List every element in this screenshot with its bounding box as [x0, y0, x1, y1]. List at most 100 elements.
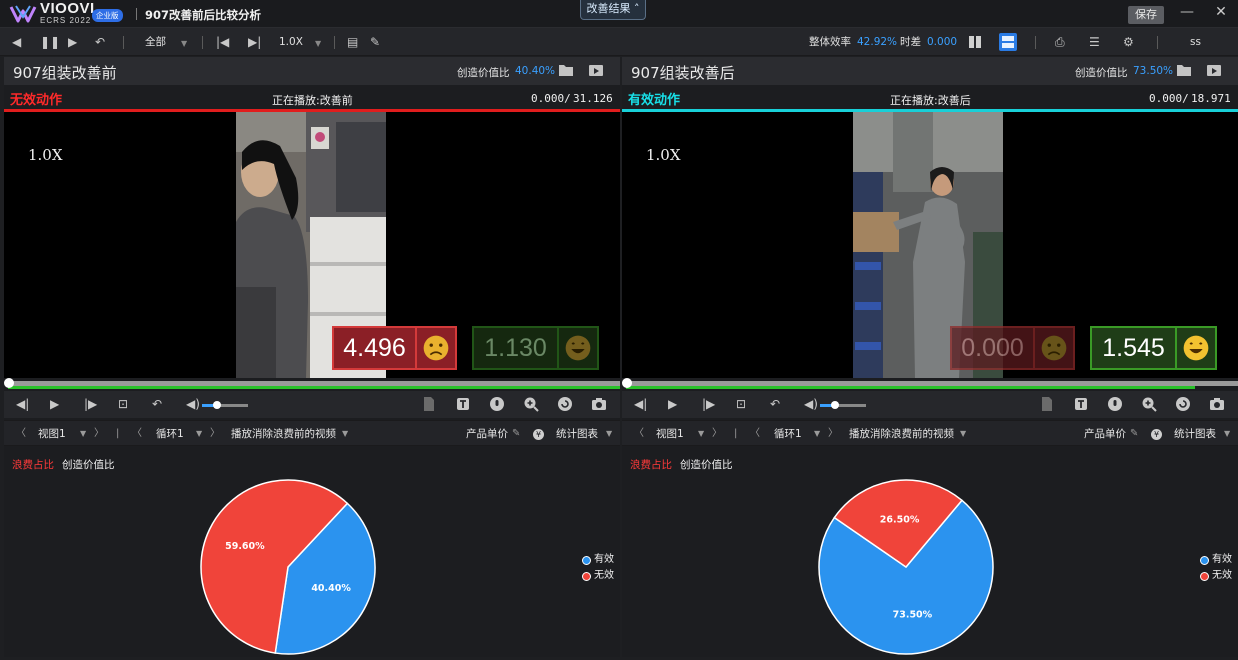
pause-icon[interactable]: ❚❚: [40, 34, 60, 50]
next-frame-icon[interactable]: |▶: [702, 397, 715, 411]
chevron-right-icon[interactable]: 〉: [94, 427, 104, 441]
video-export-icon[interactable]: [588, 63, 604, 77]
cycle-select[interactable]: 循环1: [156, 427, 184, 441]
chevron-left-icon[interactable]: 〈: [634, 427, 644, 441]
mic-icon[interactable]: [1107, 396, 1123, 412]
view-select[interactable]: 视图1: [656, 427, 684, 441]
prev-frame-icon[interactable]: ◀|: [16, 397, 29, 411]
chevron-right-icon[interactable]: 〉: [828, 427, 838, 441]
undo-icon[interactable]: ↶: [770, 397, 780, 411]
edit-icon[interactable]: ✎: [1130, 427, 1138, 441]
menu-icon[interactable]: ☰: [1089, 34, 1100, 50]
skip-end-icon[interactable]: ▶|: [248, 34, 261, 50]
play-icon[interactable]: ▶: [668, 397, 677, 411]
text-icon[interactable]: [455, 396, 471, 412]
chevron-down-icon[interactable]: ▼: [80, 427, 86, 441]
minimize-icon[interactable]: —: [1180, 4, 1194, 22]
cycle-select[interactable]: 循环1: [774, 427, 802, 441]
legend-item[interactable]: 有效: [582, 552, 614, 568]
edit-icon[interactable]: ✎: [512, 427, 520, 441]
chevron-left-icon[interactable]: 〈: [750, 427, 760, 441]
rotate-icon[interactable]: [1175, 396, 1191, 412]
text-icon[interactable]: [1073, 396, 1089, 412]
stats-chart-select[interactable]: 统计图表: [1174, 427, 1216, 441]
play-mode-select[interactable]: 播放消除浪费前的视频: [231, 427, 336, 441]
pen-icon[interactable]: ✎: [370, 34, 380, 50]
step-back-icon[interactable]: ◀: [12, 34, 21, 50]
speed-select[interactable]: 1.0X: [279, 35, 303, 49]
save-button[interactable]: 保存: [1128, 6, 1164, 24]
result-tab-toggle[interactable]: 改善结果 ˄: [580, 0, 646, 20]
print-icon[interactable]: ⎙: [1055, 34, 1065, 50]
timeline[interactable]: [622, 378, 1238, 390]
stats-chart-select[interactable]: 统计图表: [556, 427, 598, 441]
camera-icon[interactable]: [1209, 396, 1225, 412]
timeline[interactable]: [4, 378, 620, 390]
volume-slider[interactable]: [820, 401, 866, 409]
undo-icon[interactable]: ↶: [152, 397, 162, 411]
loop-segment-icon[interactable]: ⊡: [736, 397, 746, 411]
chevron-left-icon[interactable]: 〈: [16, 427, 26, 441]
volume-knob[interactable]: [831, 401, 839, 409]
chevron-down-icon[interactable]: ▼: [315, 37, 321, 51]
undo-icon[interactable]: ↶: [95, 34, 105, 50]
legend-item[interactable]: 无效: [582, 568, 614, 584]
chevron-down-icon[interactable]: ▼: [960, 427, 966, 441]
video-export-icon[interactable]: [1206, 63, 1222, 77]
chevron-down-icon[interactable]: ▼: [181, 37, 187, 51]
skip-start-icon[interactable]: |◀: [216, 34, 229, 50]
chart-legend: 有效 无效: [582, 552, 614, 584]
currency-icon[interactable]: ¥: [1151, 429, 1162, 440]
chevron-up-icon: ˄: [630, 2, 640, 15]
view-controls: 〈 视图1 ▼ 〉 | 〈 循环1 ▼ 〉 播放消除浪费前的视频 ▼ 产品单价 …: [4, 420, 620, 446]
prev-frame-icon[interactable]: ◀|: [634, 397, 647, 411]
chevron-left-icon[interactable]: 〈: [132, 427, 142, 441]
folder-icon[interactable]: [558, 63, 574, 77]
video-player[interactable]: 1.0X 0.000 1.545: [622, 112, 1238, 378]
camera-icon[interactable]: [591, 396, 607, 412]
chevron-down-icon[interactable]: ▼: [342, 427, 348, 441]
chevron-down-icon[interactable]: ▼: [814, 427, 820, 441]
legend-item[interactable]: 有效: [1200, 552, 1232, 568]
rotate-icon[interactable]: [557, 396, 573, 412]
chevron-down-icon[interactable]: ▼: [1224, 427, 1230, 441]
toolbar-divider: [334, 36, 335, 49]
document-icon[interactable]: [1039, 396, 1055, 412]
zoom-in-icon[interactable]: [1141, 396, 1157, 412]
play-icon[interactable]: ▶: [68, 34, 77, 50]
close-icon[interactable]: ✕: [1214, 4, 1228, 22]
chart-legend: 有效 无效: [1200, 552, 1232, 584]
gear-icon[interactable]: ⚙: [1123, 34, 1134, 50]
layout-rows-icon[interactable]: [999, 33, 1017, 51]
layout-columns-icon[interactable]: [966, 33, 984, 51]
chevron-right-icon[interactable]: 〉: [210, 427, 220, 441]
volume-icon[interactable]: ◀): [804, 397, 818, 411]
play-icon[interactable]: ▶: [50, 397, 59, 411]
comment-icon[interactable]: ▤: [347, 34, 358, 50]
zoom-in-icon[interactable]: [523, 396, 539, 412]
volume-knob[interactable]: [213, 401, 221, 409]
next-frame-icon[interactable]: |▶: [84, 397, 97, 411]
play-mode-select[interactable]: 播放消除浪费前的视频: [849, 427, 954, 441]
legend-item[interactable]: 无效: [1200, 568, 1232, 584]
document-icon[interactable]: [421, 396, 437, 412]
loop-segment-icon[interactable]: ⊡: [118, 397, 128, 411]
chevron-down-icon[interactable]: ▼: [196, 427, 202, 441]
folder-icon[interactable]: [1176, 63, 1192, 77]
video-player[interactable]: 1.0X 4.496 1.130: [4, 112, 620, 378]
view-select[interactable]: 视图1: [38, 427, 66, 441]
timeline-knob[interactable]: [4, 378, 14, 388]
chart-area: 浪费占比 创造价值比 73.50% 26.50% 有效 无效: [622, 447, 1238, 657]
currency-icon[interactable]: ¥: [533, 429, 544, 440]
scope-select[interactable]: 全部: [145, 35, 166, 49]
chevron-down-icon[interactable]: ▼: [606, 427, 612, 441]
chevron-right-icon[interactable]: 〉: [712, 427, 722, 441]
volume-icon[interactable]: ◀): [186, 397, 200, 411]
timeline-knob[interactable]: [622, 378, 632, 388]
volume-slider[interactable]: [202, 401, 248, 409]
user-name[interactable]: ss: [1190, 35, 1201, 49]
mic-icon[interactable]: [489, 396, 505, 412]
divider: |: [734, 428, 738, 439]
chevron-down-icon[interactable]: ▼: [698, 427, 704, 441]
legend-dot: [582, 572, 591, 581]
